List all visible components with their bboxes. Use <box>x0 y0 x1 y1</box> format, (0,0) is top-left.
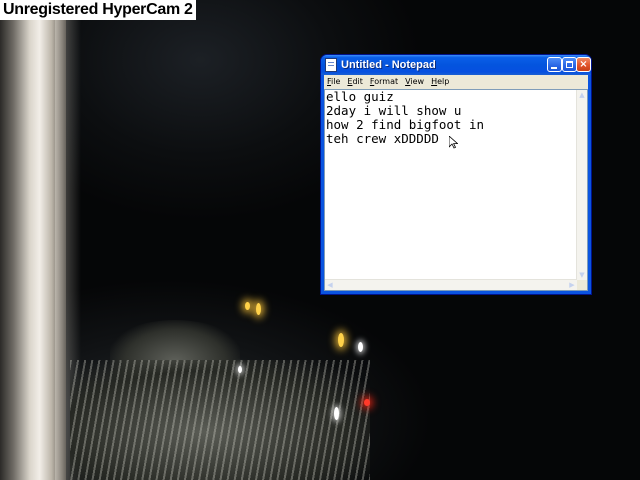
horizontal-scrollbar[interactable]: ◀ ▶ <box>325 279 577 290</box>
light-white <box>358 342 363 352</box>
title-bar[interactable]: Untitled - Notepad × <box>321 55 591 75</box>
scroll-right-icon[interactable]: ▶ <box>567 280 577 290</box>
document-text[interactable]: ello guiz 2day i will show u how 2 find … <box>326 90 576 280</box>
grass-patch <box>70 360 370 480</box>
vertical-scrollbar[interactable]: ▲ ▼ <box>576 90 587 280</box>
headlight-yellow <box>256 303 261 315</box>
headlight-yellow <box>338 333 344 347</box>
text-editor[interactable]: ello guiz 2day i will show u how 2 find … <box>324 89 588 291</box>
menu-file[interactable]: File <box>324 75 344 89</box>
minimize-icon <box>551 67 557 69</box>
notepad-window[interactable]: Untitled - Notepad × File Edit Format View H… <box>320 54 592 295</box>
light-white <box>334 407 339 420</box>
menu-help[interactable]: Help <box>428 75 453 89</box>
minimize-button[interactable] <box>547 57 562 72</box>
scroll-corner <box>577 280 587 290</box>
maximize-icon <box>566 61 573 68</box>
menu-bar: File Edit Format View Help <box>324 75 588 89</box>
notepad-icon[interactable] <box>325 58 337 72</box>
window-title: Untitled - Notepad <box>341 59 436 71</box>
scroll-down-icon[interactable]: ▼ <box>577 270 587 280</box>
menu-format[interactable]: Format <box>367 75 402 89</box>
light-white <box>238 366 242 373</box>
taillight-red <box>364 399 370 406</box>
menu-view[interactable]: View <box>402 75 428 89</box>
menu-edit[interactable]: Edit <box>344 75 367 89</box>
maximize-button[interactable] <box>562 57 577 72</box>
hypercam-watermark: Unregistered HyperCam 2 <box>0 0 196 20</box>
scroll-left-icon[interactable]: ◀ <box>325 280 335 290</box>
headlight-yellow <box>245 302 250 310</box>
close-icon: × <box>579 59 588 70</box>
close-button[interactable]: × <box>576 57 591 72</box>
scroll-up-icon[interactable]: ▲ <box>577 90 587 100</box>
